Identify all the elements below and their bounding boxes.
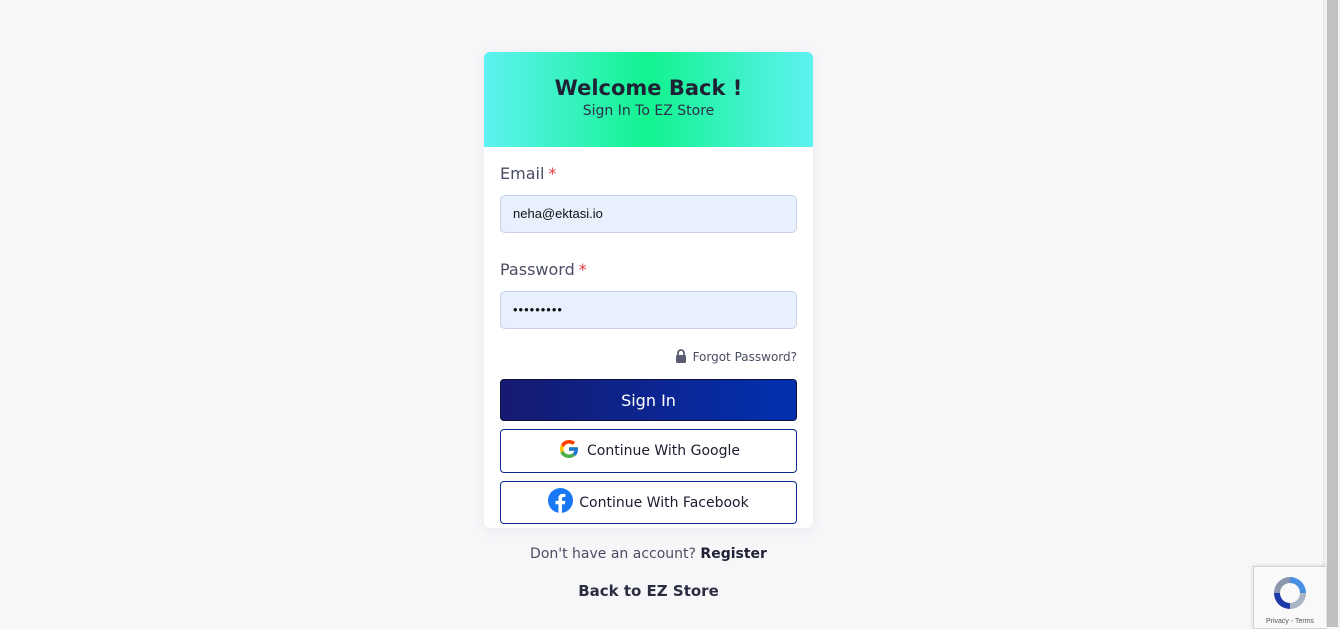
facebook-sign-in-button[interactable]: Continue With Facebook [500, 481, 797, 524]
recaptcha-badge[interactable]: Privacy - Terms [1253, 566, 1326, 629]
email-required-marker: * [548, 164, 557, 183]
lock-icon [675, 349, 687, 367]
google-button-label: Continue With Google [586, 443, 740, 459]
back-to-store-link[interactable]: Back to EZ Store [484, 582, 813, 600]
forgot-password-label: Forgot Password? [692, 350, 797, 364]
page-subtitle: Sign In To EZ Store [582, 103, 715, 119]
facebook-icon [548, 488, 579, 517]
login-form: Email * neha@ektasi.io Password * ••••••••… [484, 147, 813, 524]
page-title: Welcome Back ! [554, 76, 743, 100]
register-prompt: Don't have an account? Register [484, 545, 813, 563]
password-label-row: Password * [500, 259, 797, 281]
password-required-marker: * [578, 260, 587, 279]
password-label: Password [500, 260, 575, 279]
register-link[interactable]: Register [700, 546, 767, 562]
forgot-password-link[interactable]: Forgot Password? [500, 349, 797, 367]
recaptcha-terms[interactable]: Privacy - Terms [1254, 618, 1326, 625]
card-header: Welcome Back ! Sign In To EZ Store [484, 52, 813, 147]
google-icon [557, 437, 587, 465]
scrollbar-thumb[interactable] [1327, 0, 1338, 627]
google-sign-in-button[interactable]: Continue With Google [500, 429, 797, 473]
login-card: Welcome Back ! Sign In To EZ Store Email… [484, 52, 813, 528]
facebook-button-label: Continue With Facebook [579, 494, 749, 511]
email-label-row: Email * [500, 163, 797, 185]
page-scrollbar[interactable] [1323, 0, 1340, 627]
password-field[interactable]: ••••••••• [500, 291, 797, 329]
recaptcha-icon [1270, 577, 1310, 617]
sign-in-label: Sign In [621, 390, 676, 410]
email-field[interactable]: neha@ektasi.io [500, 195, 797, 233]
register-prompt-text: Don't have an account? [530, 546, 696, 562]
email-label: Email [500, 164, 545, 183]
sign-in-button[interactable]: Sign In [500, 379, 797, 421]
